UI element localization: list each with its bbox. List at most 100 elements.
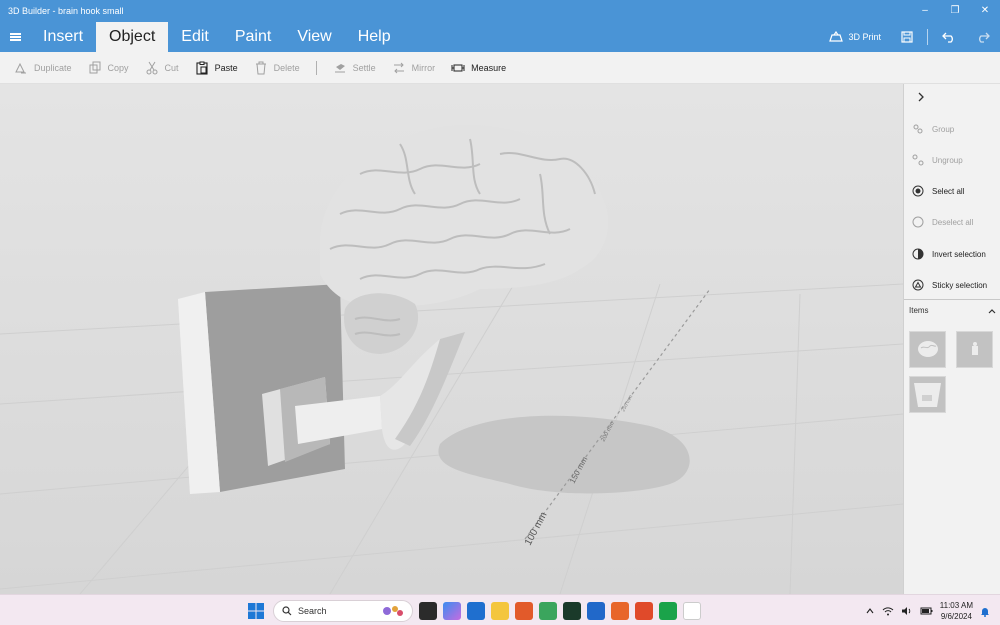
save-button[interactable] xyxy=(891,22,923,52)
fusion-icon[interactable] xyxy=(611,602,629,620)
tab-edit[interactable]: Edit xyxy=(168,22,222,52)
battery-icon[interactable] xyxy=(920,606,933,616)
taskbar-search[interactable]: Search xyxy=(273,600,413,622)
ungroup-button[interactable]: Ungroup xyxy=(912,154,963,166)
tab-help[interactable]: Help xyxy=(345,22,404,52)
window-title: 3D Builder - brain hook small xyxy=(8,6,124,16)
plate-thumbnail-icon xyxy=(914,383,941,407)
title-right-tools: 3D Print xyxy=(819,22,1000,52)
scene-canvas: 100 mm 150 mm 200 mm 250 mm xyxy=(0,125,903,594)
mirror-button[interactable]: Mirror xyxy=(384,52,444,84)
item-thumbnail-hook-small[interactable] xyxy=(956,331,993,368)
taskbar-apps: Search xyxy=(245,599,701,623)
settle-icon xyxy=(334,63,345,72)
search-placeholder: Search xyxy=(298,606,327,616)
deselect-all-button[interactable]: Deselect all xyxy=(912,216,973,228)
volume-icon[interactable] xyxy=(901,606,913,616)
hamburger-menu-button[interactable] xyxy=(0,22,30,52)
selection-panel: Group Ungroup Select all Deselect all In… xyxy=(903,84,1000,594)
settle-label: Settle xyxy=(352,62,376,73)
restore-button[interactable]: ❐ xyxy=(940,0,970,20)
object-toolbar: Duplicate Copy Cut Paste Delete Settle M… xyxy=(0,52,1000,84)
copilot-icon[interactable] xyxy=(443,602,461,620)
c-app-icon[interactable] xyxy=(587,602,605,620)
chevron-up-icon[interactable] xyxy=(987,306,997,316)
select-all-label: Select all xyxy=(932,186,965,196)
file-explorer-icon[interactable] xyxy=(491,602,509,620)
3d-builder-taskbar-icon[interactable] xyxy=(683,602,701,620)
delete-button[interactable]: Delete xyxy=(246,52,308,84)
hamburger-icon xyxy=(9,32,21,43)
copy-button[interactable]: Copy xyxy=(80,52,137,84)
windows-taskbar: Search 11:03 AM 9/6/2024 xyxy=(0,594,1000,625)
chrome-icon[interactable] xyxy=(539,602,557,620)
taskbar-clock[interactable]: 11:03 AM 9/6/2024 xyxy=(940,600,973,622)
panel-divider xyxy=(904,299,1000,300)
search-highlight-icon xyxy=(383,606,403,616)
windows-logo-icon xyxy=(248,603,264,619)
green-app-icon[interactable] xyxy=(659,602,677,620)
wifi-icon[interactable] xyxy=(882,606,894,616)
cut-button[interactable]: Cut xyxy=(137,52,187,84)
paste-button[interactable]: Paste xyxy=(187,52,246,84)
group-button[interactable]: Group xyxy=(912,123,954,135)
pen-app-icon[interactable] xyxy=(467,602,485,620)
items-header[interactable]: Items xyxy=(909,306,997,316)
invert-selection-button[interactable]: Invert selection xyxy=(912,248,986,260)
ruler-label-100mm: 100 mm xyxy=(523,510,550,547)
3d-print-button[interactable]: 3D Print xyxy=(819,22,891,52)
deselect-all-label: Deselect all xyxy=(932,217,974,227)
minimize-button[interactable]: – xyxy=(910,0,940,20)
tab-paint[interactable]: Paint xyxy=(222,22,284,52)
ruler-label-250mm: 250 mm xyxy=(620,394,634,413)
select-all-button[interactable]: Select all xyxy=(912,185,964,197)
chevron-up-icon[interactable] xyxy=(865,606,875,616)
orange-app-icon[interactable] xyxy=(635,602,653,620)
start-button[interactable] xyxy=(245,600,267,622)
item-thumbnail-brain[interactable] xyxy=(909,331,946,368)
chevron-right-icon[interactable] xyxy=(914,90,928,104)
sticky-selection-label: Sticky selection xyxy=(932,280,988,290)
hook-model[interactable] xyxy=(178,284,465,494)
ungroup-label: Ungroup xyxy=(932,155,963,165)
group-icon xyxy=(913,124,923,134)
search-icon xyxy=(282,606,292,616)
items-label: Items xyxy=(909,306,929,315)
item-thumbnail-hook[interactable] xyxy=(909,376,946,413)
object-shadow xyxy=(438,415,690,494)
3d-viewport[interactable]: 100 mm 150 mm 200 mm 250 mm xyxy=(0,84,903,594)
undo-button[interactable] xyxy=(932,22,966,52)
measure-ruler-line xyxy=(524,288,711,540)
redo-button[interactable] xyxy=(966,22,1000,52)
invert-selection-label: Invert selection xyxy=(932,249,986,259)
settle-button[interactable]: Settle xyxy=(325,52,384,84)
ungroup-icon xyxy=(912,154,924,166)
floor-grid xyxy=(0,263,903,594)
task-view-icon[interactable] xyxy=(419,602,437,620)
sticky-selection-button[interactable]: Sticky selection xyxy=(912,279,987,291)
tab-view[interactable]: View xyxy=(284,22,344,52)
mirror-icon xyxy=(393,62,404,73)
scissors-icon xyxy=(146,61,158,74)
measure-button[interactable]: Measure xyxy=(443,52,514,84)
measure-icon xyxy=(451,64,465,71)
paste-label: Paste xyxy=(214,62,238,73)
save-icon xyxy=(901,31,913,43)
close-button[interactable]: ✕ xyxy=(970,0,1000,20)
tab-object[interactable]: Object xyxy=(96,22,169,52)
bitwarden-icon[interactable] xyxy=(563,602,581,620)
clipboard-icon xyxy=(196,61,208,75)
delete-label: Delete xyxy=(273,62,300,73)
duplicate-button[interactable]: Duplicate xyxy=(6,52,80,84)
clock-date: 9/6/2024 xyxy=(940,612,972,621)
duckduckgo-icon[interactable] xyxy=(515,602,533,620)
notification-bell-icon[interactable] xyxy=(980,606,990,617)
copy-label: Copy xyxy=(107,62,129,73)
duplicate-icon xyxy=(15,62,26,73)
tab-insert[interactable]: Insert xyxy=(30,22,96,52)
cut-label: Cut xyxy=(164,62,179,73)
group-label: Group xyxy=(932,124,955,134)
divider xyxy=(927,29,928,45)
brain-model[interactable] xyxy=(320,125,609,354)
copy-icon xyxy=(89,61,101,73)
